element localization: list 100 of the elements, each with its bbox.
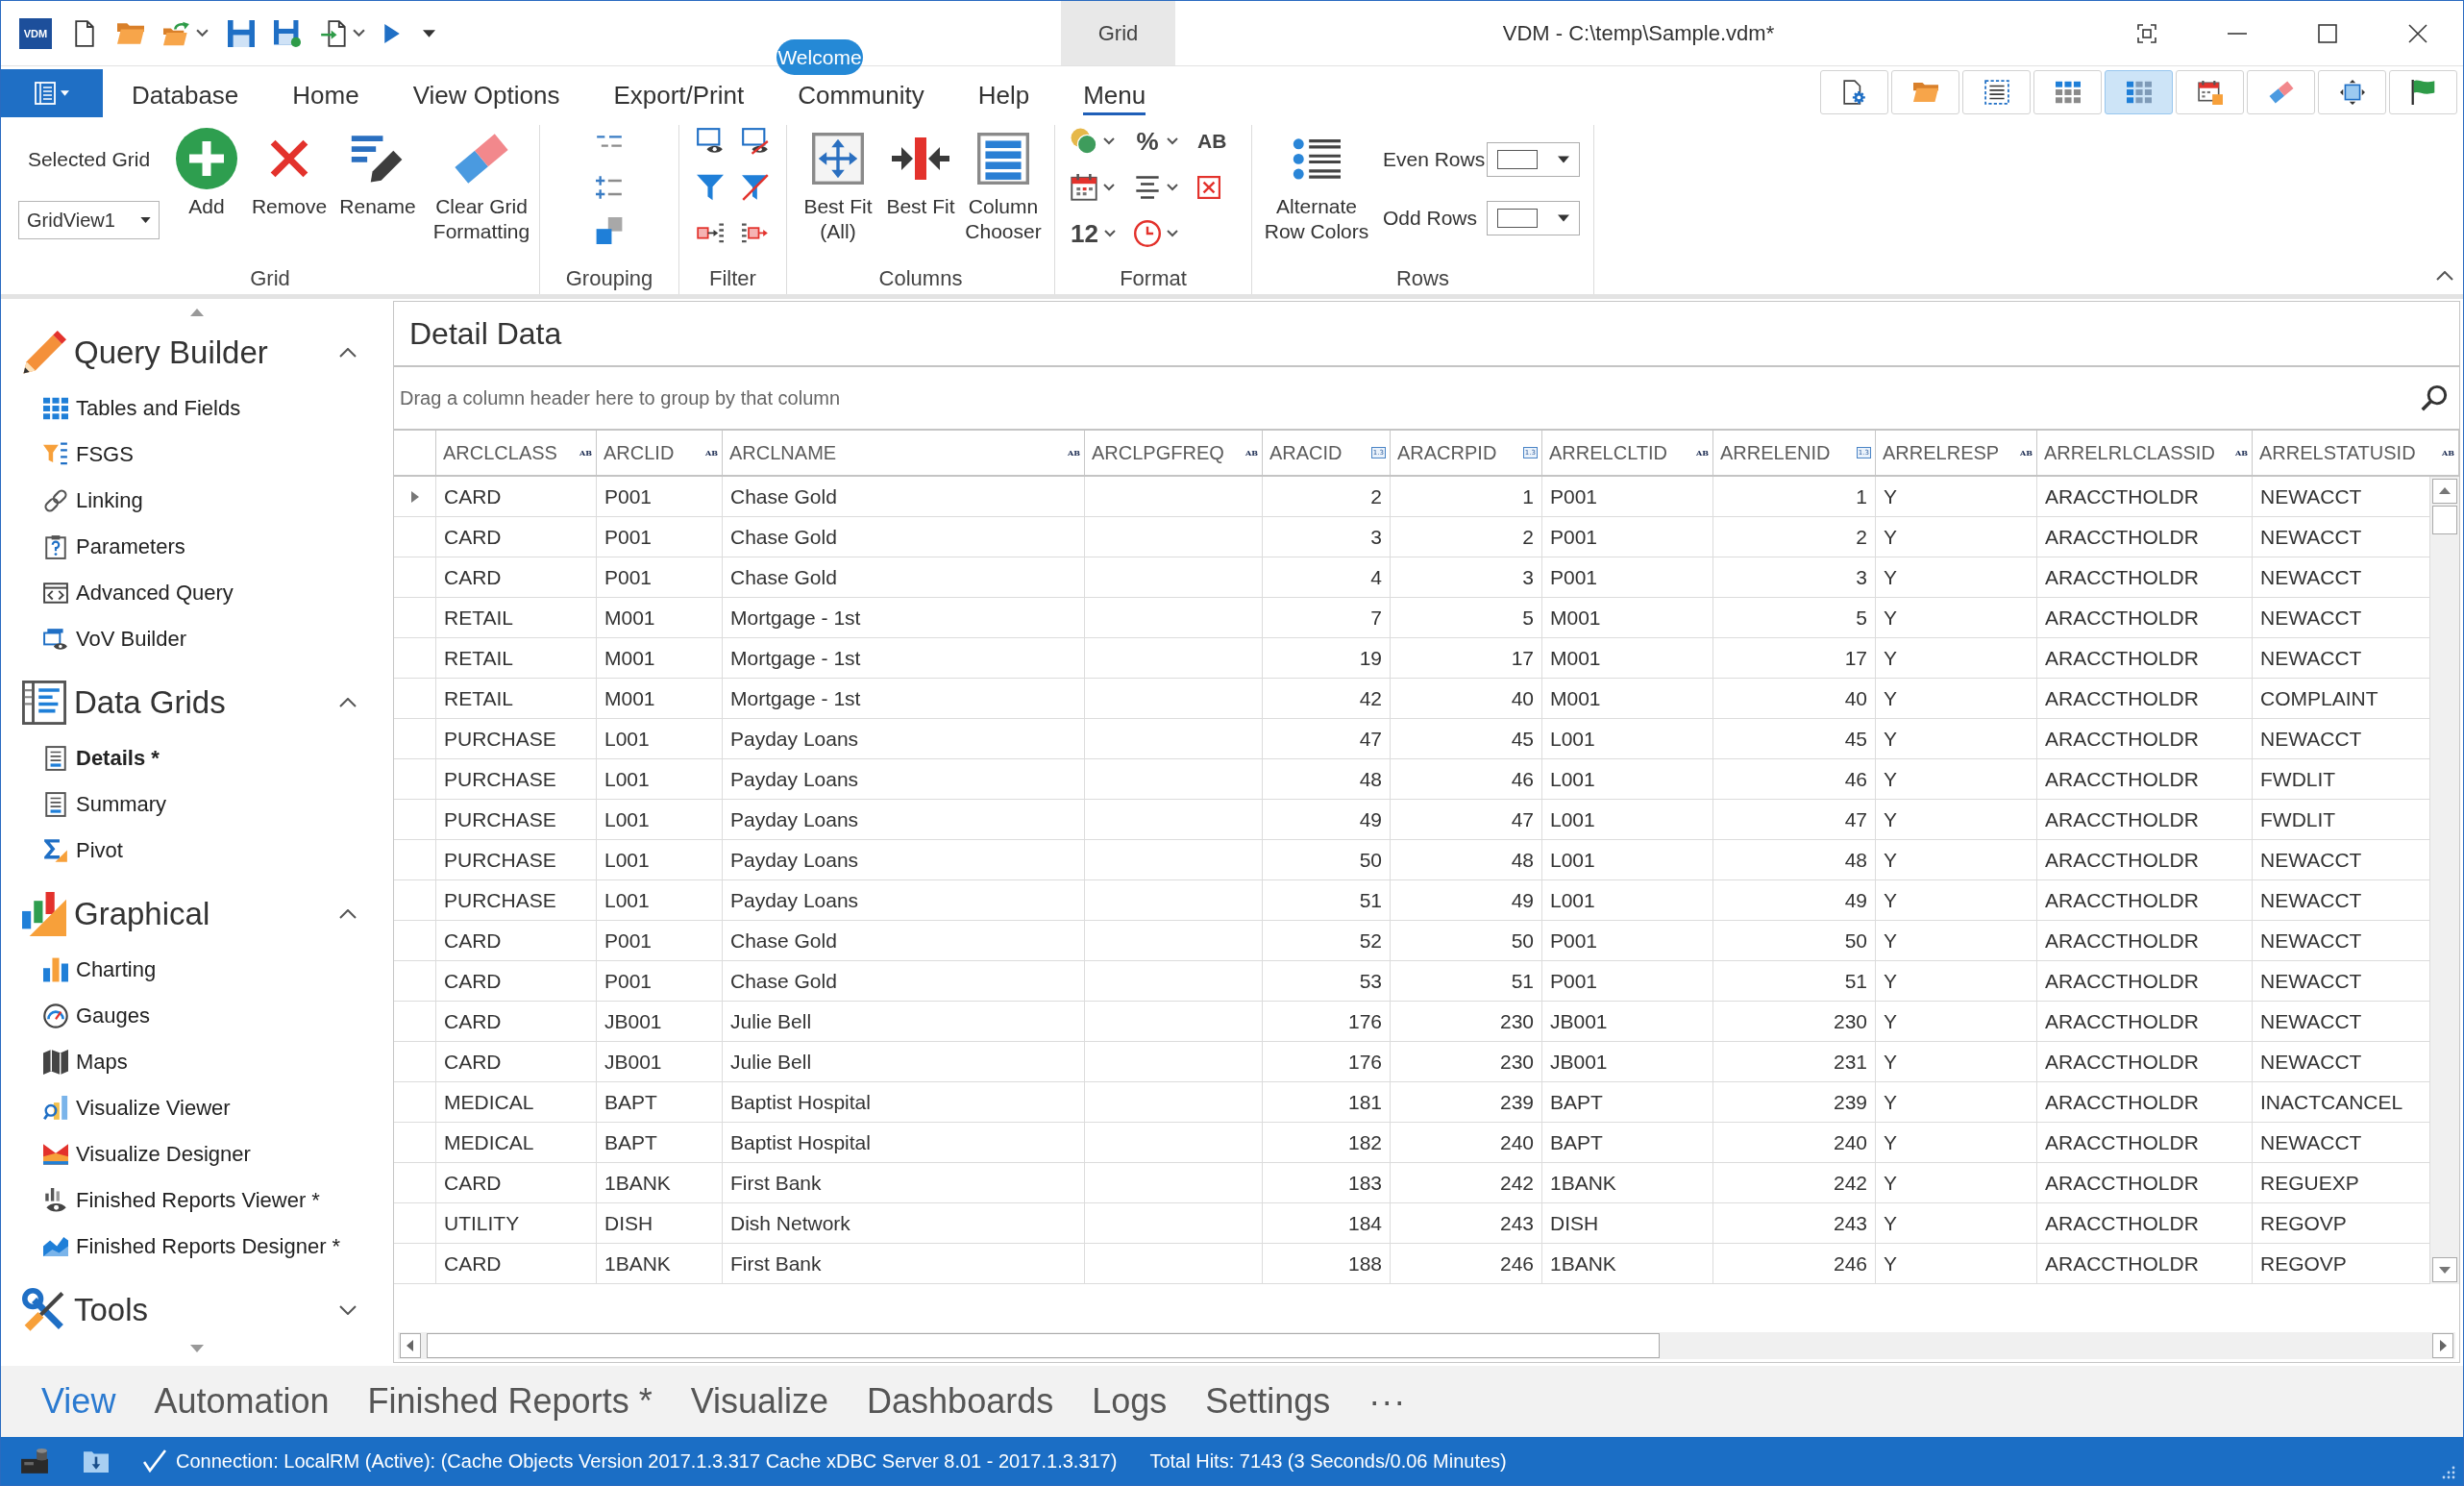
caret-icon[interactable] <box>1103 137 1115 145</box>
section-header[interactable]: Tools <box>1 1283 393 1337</box>
sidebar-item[interactable]: Visualize Viewer <box>1 1085 393 1131</box>
toolbar-button[interactable] <box>2033 69 2102 114</box>
sidebar-item[interactable]: Advanced Query <box>1 570 393 616</box>
sidebar-item[interactable]: Visualize Designer <box>1 1131 393 1177</box>
scroll-left-icon[interactable] <box>400 1333 421 1358</box>
horizontal-scrollbar[interactable] <box>398 1332 2455 1359</box>
caret-icon[interactable] <box>1167 184 1178 191</box>
rename-button[interactable]: Rename <box>337 125 418 263</box>
chevron-up-icon[interactable] <box>339 909 357 919</box>
ribbon-tab[interactable]: Community <box>798 74 924 115</box>
folder-download-icon[interactable] <box>84 1449 109 1473</box>
scrollbar-thumb[interactable] <box>427 1333 1660 1358</box>
scroll-up-icon[interactable] <box>2432 479 2457 504</box>
sidebar-item[interactable]: VoV Builder <box>1 616 393 662</box>
fullscreen-icon[interactable] <box>2137 23 2156 43</box>
toolbar-button[interactable] <box>2389 69 2457 114</box>
text-format-label[interactable]: AB <box>1197 130 1227 153</box>
toolbar-button[interactable] <box>1820 69 1888 114</box>
column-header[interactable]: ARRELSTATUSID AB <box>2253 431 2459 475</box>
caret-icon[interactable] <box>423 29 435 37</box>
toolbar-button[interactable] <box>2247 69 2315 114</box>
bottom-tab[interactable]: Logs <box>1072 1380 1187 1423</box>
scrollbar-thumb[interactable] <box>2432 506 2457 534</box>
color-dropdown[interactable] <box>1487 142 1580 177</box>
column-header[interactable]: ARCLNAME AB <box>723 431 1085 475</box>
sidebar-item[interactable]: Linking <box>1 478 393 524</box>
percent-format-label[interactable]: % <box>1134 126 1161 157</box>
x-box-icon[interactable] <box>1197 176 1220 199</box>
search-icon[interactable] <box>2421 384 2448 411</box>
maximize-icon[interactable] <box>2318 23 2337 43</box>
ribbon-tab[interactable]: Export/Print <box>613 74 745 115</box>
sidebar-item[interactable]: Tables and Fields <box>1 385 393 432</box>
scroll-right-icon[interactable] <box>2432 1333 2453 1358</box>
sidebar-item[interactable]: Maps <box>1 1039 393 1085</box>
sidebar-item[interactable]: Charting <box>1 947 393 993</box>
toolbar-button[interactable] <box>1891 69 1959 114</box>
add-button[interactable]: Add <box>176 125 237 263</box>
collapse-ribbon-icon[interactable] <box>2436 271 2453 281</box>
column-header[interactable]: ARCLID AB <box>597 431 723 475</box>
ribbon-tab[interactable]: Help <box>977 74 1030 115</box>
sidebar-item[interactable]: Finished Reports Designer * <box>1 1224 393 1270</box>
sidebar-item[interactable]: FSGS <box>1 432 393 478</box>
best-fit-all-button[interactable]: Best Fit (All) <box>797 125 879 263</box>
ribbon-tab[interactable]: Database <box>132 74 239 115</box>
bottom-tab[interactable]: View <box>22 1380 136 1423</box>
chevron-up-icon[interactable] <box>339 698 357 707</box>
squares-icon[interactable] <box>596 217 623 244</box>
column-header[interactable]: ARCLPGFREQ AB <box>1085 431 1263 475</box>
toolbar-button[interactable] <box>1962 69 2031 114</box>
remove-button[interactable]: Remove <box>249 125 330 263</box>
vertical-scrollbar[interactable] <box>2430 477 2459 1284</box>
best-fit-button[interactable]: Best Fit <box>879 125 962 263</box>
column-header[interactable]: ARRELCLTID AB <box>1542 431 1713 475</box>
minimize-icon[interactable] <box>2227 32 2248 35</box>
app-logo[interactable]: VDM <box>19 17 52 49</box>
sidebar-item[interactable]: Details * <box>1 735 393 781</box>
funnel-slash-icon[interactable] <box>742 174 769 201</box>
window-eye-slash-icon[interactable] <box>742 128 769 155</box>
app-menu-button[interactable] <box>1 69 103 117</box>
column-header[interactable]: ARRELRESP AB <box>1876 431 2037 475</box>
toolbar-button[interactable] <box>2105 69 2173 114</box>
document-arrow-icon[interactable] <box>320 19 347 47</box>
grid-dropdown[interactable]: GridView1 <box>18 201 160 239</box>
window-eye-icon[interactable] <box>697 128 724 155</box>
more-tabs-button[interactable]: ··· <box>1349 1380 1426 1423</box>
sidebar-item[interactable]: Parameters <box>1 524 393 570</box>
clear-formatting-button[interactable]: Clear Grid Formatting <box>426 125 537 263</box>
save-icon[interactable] <box>228 19 255 47</box>
bottom-tab[interactable]: Settings <box>1186 1380 1350 1423</box>
dash-lines-icon[interactable] <box>596 135 623 148</box>
align-center-icon[interactable] <box>1134 175 1161 200</box>
plus-lines-icon[interactable] <box>596 175 623 200</box>
sidebar-item[interactable]: Pivot <box>1 828 393 874</box>
caret-icon[interactable] <box>196 29 209 37</box>
close-icon[interactable] <box>2408 23 2427 43</box>
color-dropdown[interactable] <box>1487 201 1580 235</box>
caret-icon[interactable] <box>1167 230 1178 237</box>
welcome-badge[interactable]: Welcome <box>776 39 863 75</box>
number-format-label[interactable]: 12 <box>1071 218 1098 249</box>
sidebar-item[interactable]: Summary <box>1 781 393 828</box>
caret-icon[interactable] <box>353 29 365 37</box>
chevron-up-icon[interactable] <box>339 348 357 358</box>
play-icon[interactable] <box>384 23 400 43</box>
save-all-icon[interactable] <box>274 19 301 47</box>
scroll-up-icon[interactable] <box>190 309 204 316</box>
bottom-tab[interactable]: Visualize <box>671 1380 849 1423</box>
section-header[interactable]: Data Grids <box>1 676 393 730</box>
sidebar-item[interactable]: Finished Reports Viewer * <box>1 1177 393 1224</box>
sidebar-item[interactable]: Gauges <box>1 993 393 1039</box>
section-header[interactable]: Graphical <box>1 887 393 941</box>
bottom-tab[interactable]: Automation <box>135 1380 349 1423</box>
bottom-tab[interactable]: Finished Reports * <box>348 1380 672 1423</box>
chevron-down-icon[interactable] <box>339 1305 357 1315</box>
coins-icon[interactable] <box>1071 128 1097 155</box>
caret-icon[interactable] <box>1103 184 1115 191</box>
column-chooser-button[interactable]: Column Chooser <box>962 125 1045 263</box>
ribbon-tab[interactable]: Home <box>292 74 359 115</box>
resize-grip-icon[interactable] <box>2442 1466 2455 1479</box>
